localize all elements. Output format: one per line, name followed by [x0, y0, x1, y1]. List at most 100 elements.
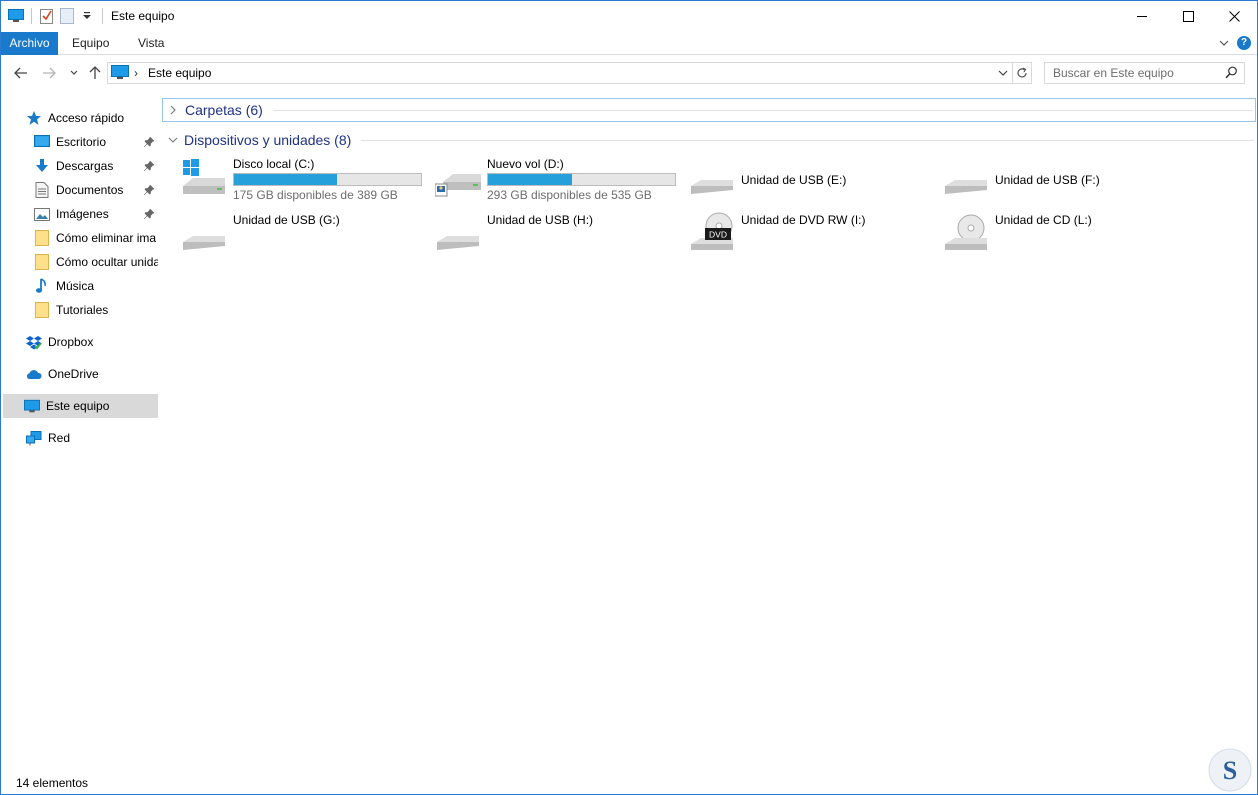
quick-access-toolbar: [8, 7, 106, 25]
tab-equipo[interactable]: Equipo: [62, 32, 119, 55]
tab-vista[interactable]: Vista: [128, 32, 174, 55]
chevron-right-icon[interactable]: [169, 105, 183, 115]
usb-drive-icon: [183, 236, 225, 250]
drive-d[interactable]: Nuevo vol (D:) 293 GB disponibles de 535…: [435, 154, 685, 204]
navigation-bar: › Este equipo: [1, 55, 1257, 92]
maximize-button[interactable]: [1165, 1, 1211, 32]
computer-icon[interactable]: [8, 7, 24, 25]
sidebar-item-quick-access[interactable]: Acceso rápido: [3, 106, 158, 130]
minimize-icon: [1136, 16, 1147, 17]
windows-drive-icon: [183, 159, 225, 194]
chevron-down-icon[interactable]: [168, 136, 182, 144]
sidebar-item-label: Acceso rápido: [48, 111, 125, 125]
group-carpetas[interactable]: Carpetas (6): [162, 98, 1256, 122]
drive-h[interactable]: Unidad de USB (H:): [435, 210, 685, 260]
drive-l[interactable]: Unidad de CD (L:): [943, 210, 1193, 260]
title-bar: Este equipo: [1, 1, 1257, 32]
drive-name: Unidad de USB (G:): [233, 213, 340, 227]
sidebar-item-onedrive[interactable]: OneDrive: [3, 362, 158, 386]
drive-e[interactable]: Unidad de USB (E:): [689, 154, 939, 204]
group-title: Dispositivos y unidades (8): [184, 132, 352, 148]
forward-button[interactable]: [40, 64, 58, 82]
drive-usage-fill: [234, 174, 337, 185]
tab-archivo[interactable]: Archivo: [1, 32, 58, 55]
sidebar-item-label: Red: [48, 431, 71, 445]
help-icon[interactable]: ?: [1237, 36, 1251, 50]
address-dropdown-icon[interactable]: [998, 66, 1008, 80]
drive-name: Nuevo vol (D:): [487, 157, 564, 171]
close-button[interactable]: [1211, 1, 1257, 32]
drive-c[interactable]: Disco local (C:) 175 GB disponibles de 3…: [181, 154, 431, 204]
dvd-drive-icon: DVD: [691, 212, 733, 250]
refresh-icon: [1016, 67, 1027, 78]
sidebar-item-tutoriales[interactable]: Tutoriales: [3, 298, 158, 322]
search-box[interactable]: [1044, 62, 1245, 84]
sidebar-item-label: Descargas: [56, 159, 114, 173]
sidebar-item-label: Imágenes: [56, 207, 109, 221]
folder-icon: [34, 254, 50, 270]
recent-locations-button[interactable]: [65, 64, 83, 82]
music-icon: [34, 278, 50, 294]
minimize-button[interactable]: [1119, 1, 1165, 32]
sidebar-item-label: Tutoriales: [56, 303, 109, 317]
sidebar-item-label: Cómo eliminar ima: [56, 231, 157, 245]
navigation-pane: Acceso rápido Escritorio Descargas Docum…: [1, 92, 159, 772]
breadcrumb[interactable]: Este equipo: [148, 66, 211, 80]
file-explorer-window: Este equipo Archivo Equipo Vista ? › Est…: [0, 0, 1258, 795]
status-bar: 14 elementos: [1, 772, 1257, 794]
pictures-icon: [34, 206, 50, 222]
new-folder-icon[interactable]: [59, 7, 75, 25]
expand-ribbon-icon[interactable]: [1219, 36, 1229, 50]
ribbon-right-controls: ?: [1219, 36, 1251, 50]
computer-icon: [111, 65, 129, 83]
pin-icon[interactable]: [143, 136, 155, 150]
ribbon-tabs: Archivo Equipo Vista ?: [1, 32, 1257, 55]
sidebar-item-label: OneDrive: [48, 367, 99, 381]
properties-icon[interactable]: [39, 7, 55, 25]
group-dispositivos[interactable]: Dispositivos y unidades (8): [162, 128, 1256, 152]
sidebar-item-dropbox[interactable]: Dropbox: [3, 330, 158, 354]
customize-toolbar-icon[interactable]: [79, 7, 95, 25]
group-divider: [272, 109, 1253, 111]
pin-icon[interactable]: [143, 184, 155, 198]
drive-usage-bar: [233, 173, 422, 186]
address-bar[interactable]: › Este equipo: [107, 62, 1013, 84]
sidebar-item-descargas[interactable]: Descargas: [3, 154, 158, 178]
up-button[interactable]: [86, 64, 104, 82]
star-icon: [26, 110, 42, 126]
back-arrow-icon: [14, 67, 27, 79]
folder-icon: [34, 302, 50, 318]
folder-icon: [34, 230, 50, 246]
search-icon[interactable]: [1225, 66, 1238, 82]
pin-icon[interactable]: [143, 160, 155, 174]
sidebar-item-este-equipo[interactable]: Este equipo: [3, 394, 158, 418]
sidebar-item-red[interactable]: Red: [3, 426, 158, 450]
sidebar-item-label: Dropbox: [48, 335, 94, 349]
sidebar-item-imagenes[interactable]: Imágenes: [3, 202, 158, 226]
onedrive-icon: [26, 366, 42, 382]
sidebar-item-musica[interactable]: Música: [3, 274, 158, 298]
sidebar-item-folder[interactable]: Cómo ocultar unida: [3, 250, 158, 274]
drive-name: Disco local (C:): [233, 157, 315, 171]
sidebar-item-folder[interactable]: Cómo eliminar ima: [3, 226, 158, 250]
usb-drive-icon: [945, 180, 987, 194]
content-pane: Carpetas (6) Dispositivos y unidades (8)…: [159, 92, 1257, 772]
dvd-badge: DVD: [709, 230, 727, 240]
sidebar-item-documentos[interactable]: Documentos: [3, 178, 158, 202]
breadcrumb-chevron-icon[interactable]: ›: [134, 66, 138, 80]
svg-text:S: S: [1223, 756, 1237, 785]
drive-i[interactable]: DVD Unidad de DVD RW (I:): [689, 210, 939, 260]
search-input[interactable]: [1045, 63, 1220, 83]
sidebar-item-escritorio[interactable]: Escritorio: [3, 130, 158, 154]
refresh-button[interactable]: [1012, 62, 1032, 84]
drive-g[interactable]: Unidad de USB (G:): [181, 210, 431, 260]
drive-f[interactable]: Unidad de USB (F:): [943, 154, 1193, 204]
computer-icon: [24, 398, 40, 414]
drive-usage-fill: [488, 174, 573, 185]
up-arrow-icon: [89, 66, 101, 79]
group-divider: [361, 139, 1254, 141]
back-button[interactable]: [12, 64, 30, 82]
drive-name: Unidad de CD (L:): [995, 213, 1092, 227]
sidebar-item-label: Este equipo: [46, 399, 110, 413]
pin-icon[interactable]: [143, 208, 155, 222]
